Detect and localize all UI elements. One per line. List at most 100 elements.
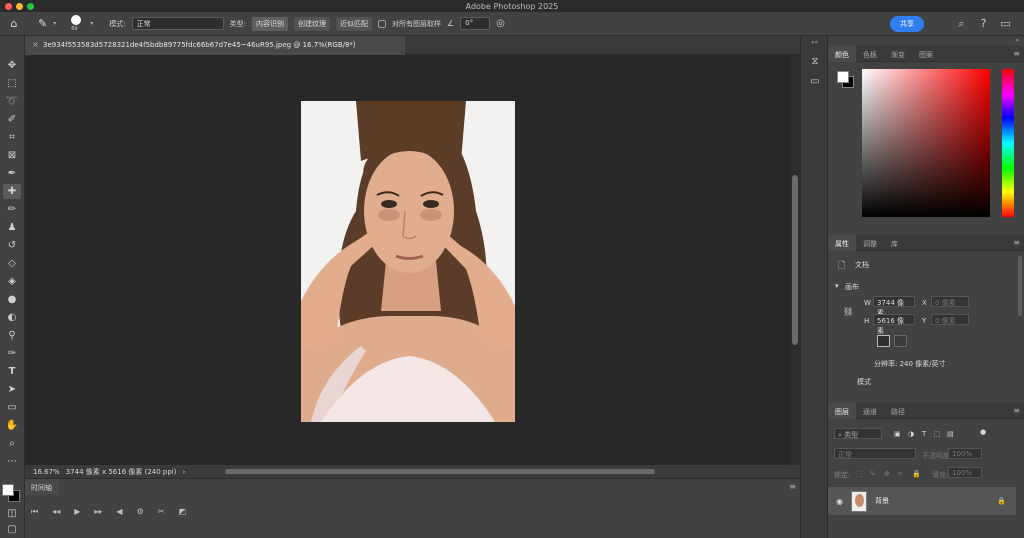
lock-paint-icon[interactable]: ✎ [870, 470, 876, 478]
panel-menu-icon[interactable]: ≡ [1013, 406, 1020, 415]
foreground-color-swatch[interactable] [837, 71, 849, 83]
crop-tool-icon[interactable]: ⌗ [3, 130, 21, 145]
first-frame-icon[interactable]: ⏮ [31, 507, 38, 517]
layer-row-background[interactable]: ◉ 背景 🔒 [828, 487, 1016, 515]
sample-all-layers-checkbox[interactable] [377, 19, 386, 28]
horizontal-scrollbar-thumb[interactable] [225, 469, 655, 474]
rectangle-tool-icon[interactable]: ▭ [3, 400, 21, 415]
next-frame-icon[interactable]: ▸▸ [94, 507, 102, 517]
strip-collapse-icon[interactable]: «« [811, 39, 818, 46]
landscape-orientation-icon[interactable] [894, 335, 907, 347]
image-filter-icon[interactable]: ▣ [894, 430, 901, 438]
height-input[interactable]: 5616 像素 [873, 314, 915, 335]
close-window-button[interactable] [5, 3, 12, 10]
tab-gradients[interactable]: 渐变 [884, 46, 912, 62]
foreground-color-swatch[interactable] [2, 484, 14, 496]
angle-input[interactable]: 0° [460, 17, 491, 30]
width-input[interactable]: 3744 像素 [873, 296, 915, 317]
lock-artboard-icon[interactable]: ⌗ [898, 470, 902, 479]
quick-mask-icon[interactable]: ◫ [3, 506, 21, 521]
lock-position-icon[interactable]: ✥ [884, 470, 890, 478]
portrait-orientation-icon[interactable] [877, 335, 890, 347]
eyedropper-tool-icon[interactable]: ✒ [3, 166, 21, 181]
scrollbar-thumb[interactable] [792, 175, 798, 345]
lock-all-icon[interactable]: 🔒 [912, 470, 921, 478]
search-icon[interactable]: ⌕ [955, 17, 968, 30]
smart-object-filter-icon[interactable]: ▤ [947, 430, 954, 438]
lasso-tool-icon[interactable]: ➰ [3, 94, 21, 109]
lock-pixels-icon[interactable]: ⬚ [856, 470, 863, 478]
type-content-aware-button[interactable]: 内容识别 [251, 16, 288, 31]
layer-filter-select[interactable]: ⌕ 类型 [834, 428, 882, 439]
tab-layers[interactable]: 图层 [828, 403, 856, 419]
blend-mode-select[interactable]: 正常 [834, 448, 916, 459]
properties-scrollbar[interactable] [1018, 256, 1022, 316]
history-icon[interactable]: ⧖ [809, 56, 821, 68]
brush-preset-picker[interactable]: 69 [68, 14, 84, 34]
blur-tool-icon[interactable]: ● [3, 292, 21, 307]
sponge-tool-icon[interactable]: ⚲ [3, 328, 21, 343]
healing-brush-tool-icon[interactable]: ✚ [3, 184, 21, 199]
fill-input[interactable]: 100% [948, 467, 982, 478]
type-create-texture-button[interactable]: 创建纹理 [293, 16, 330, 31]
opacity-input[interactable]: 100% [948, 448, 982, 459]
window-controls[interactable] [5, 3, 34, 10]
panel-menu-icon[interactable]: ≡ [1013, 238, 1020, 247]
x-input[interactable]: 0 像素 [931, 296, 969, 307]
audio-icon[interactable]: ◀ [116, 507, 122, 517]
chevron-right-icon[interactable]: › [182, 468, 185, 476]
tab-properties[interactable]: 属性 [828, 235, 856, 251]
tab-color[interactable]: 颜色 [828, 46, 856, 62]
zoom-window-button[interactable] [27, 3, 34, 10]
screen-mode-icon[interactable]: ▢ [3, 522, 21, 537]
minimize-window-button[interactable] [16, 3, 23, 10]
document-tab[interactable]: × 3e934f553583d5728321de4f5bdb89775fdc66… [25, 36, 405, 55]
healing-brush-tool-icon[interactable]: ✎ [38, 17, 47, 30]
play-icon[interactable]: ▶ [74, 507, 80, 517]
brush-tool-icon[interactable]: ✏ [3, 202, 21, 217]
timeline-tab[interactable]: 时间轴 [25, 479, 59, 495]
hand-tool-icon[interactable]: ✋ [3, 418, 21, 433]
move-tool-icon[interactable]: ✥ [3, 58, 21, 73]
vertical-scrollbar[interactable] [790, 55, 800, 465]
pen-tool-icon[interactable]: ✑ [3, 346, 21, 361]
quick-selection-tool-icon[interactable]: ✐ [3, 112, 21, 127]
document-image[interactable] [301, 101, 515, 422]
comments-icon[interactable]: ▭ [809, 76, 821, 88]
paint-bucket-tool-icon[interactable]: ◈ [3, 274, 21, 289]
settings-icon[interactable]: ⚙ [137, 507, 144, 517]
chevron-down-icon[interactable]: ▾ [835, 282, 839, 290]
tab-swatches[interactable]: 色板 [856, 46, 884, 62]
adjustment-filter-icon[interactable]: ◑ [908, 430, 914, 438]
frame-tool-icon[interactable]: ⊠ [3, 148, 21, 163]
tab-patterns[interactable]: 图案 [912, 46, 940, 62]
more-tools-icon[interactable]: ⋯ [3, 454, 21, 469]
help-icon[interactable]: ? [977, 17, 990, 30]
tab-adjustments[interactable]: 调整 [856, 235, 884, 251]
chevron-down-icon[interactable]: ▾ [53, 20, 56, 27]
dodge-tool-icon[interactable]: ◐ [3, 310, 21, 325]
pressure-size-icon[interactable]: ◎ [496, 18, 505, 29]
link-icon[interactable]: ⛓ [843, 307, 853, 316]
hue-slider[interactable] [1002, 69, 1014, 217]
chevron-down-icon[interactable]: ▾ [90, 20, 93, 27]
zoom-level[interactable]: 16.67% [33, 468, 60, 476]
type-filter-icon[interactable]: T [922, 430, 926, 438]
close-icon[interactable]: × [32, 40, 39, 49]
panel-menu-icon[interactable]: ≡ [1013, 49, 1020, 58]
transition-icon[interactable]: ◩ [178, 507, 186, 517]
shape-filter-icon[interactable]: ⬚ [934, 430, 941, 438]
scissors-icon[interactable]: ✂ [158, 507, 165, 517]
home-icon[interactable]: ⌂ [6, 17, 22, 30]
marquee-tool-icon[interactable]: ⬚ [3, 76, 21, 91]
workspace-icon[interactable]: ▭ [999, 17, 1012, 30]
tab-paths[interactable]: 路径 [884, 403, 912, 419]
eraser-tool-icon[interactable]: ◇ [3, 256, 21, 271]
path-selection-tool-icon[interactable]: ➤ [3, 382, 21, 397]
previous-frame-icon[interactable]: ◂◂ [52, 507, 60, 517]
color-field[interactable] [862, 69, 990, 217]
history-brush-tool-icon[interactable]: ↺ [3, 238, 21, 253]
type-proximity-match-button[interactable]: 近似匹配 [335, 16, 372, 31]
share-button[interactable]: 共享 [890, 16, 924, 32]
visibility-eye-icon[interactable]: ◉ [836, 497, 843, 506]
